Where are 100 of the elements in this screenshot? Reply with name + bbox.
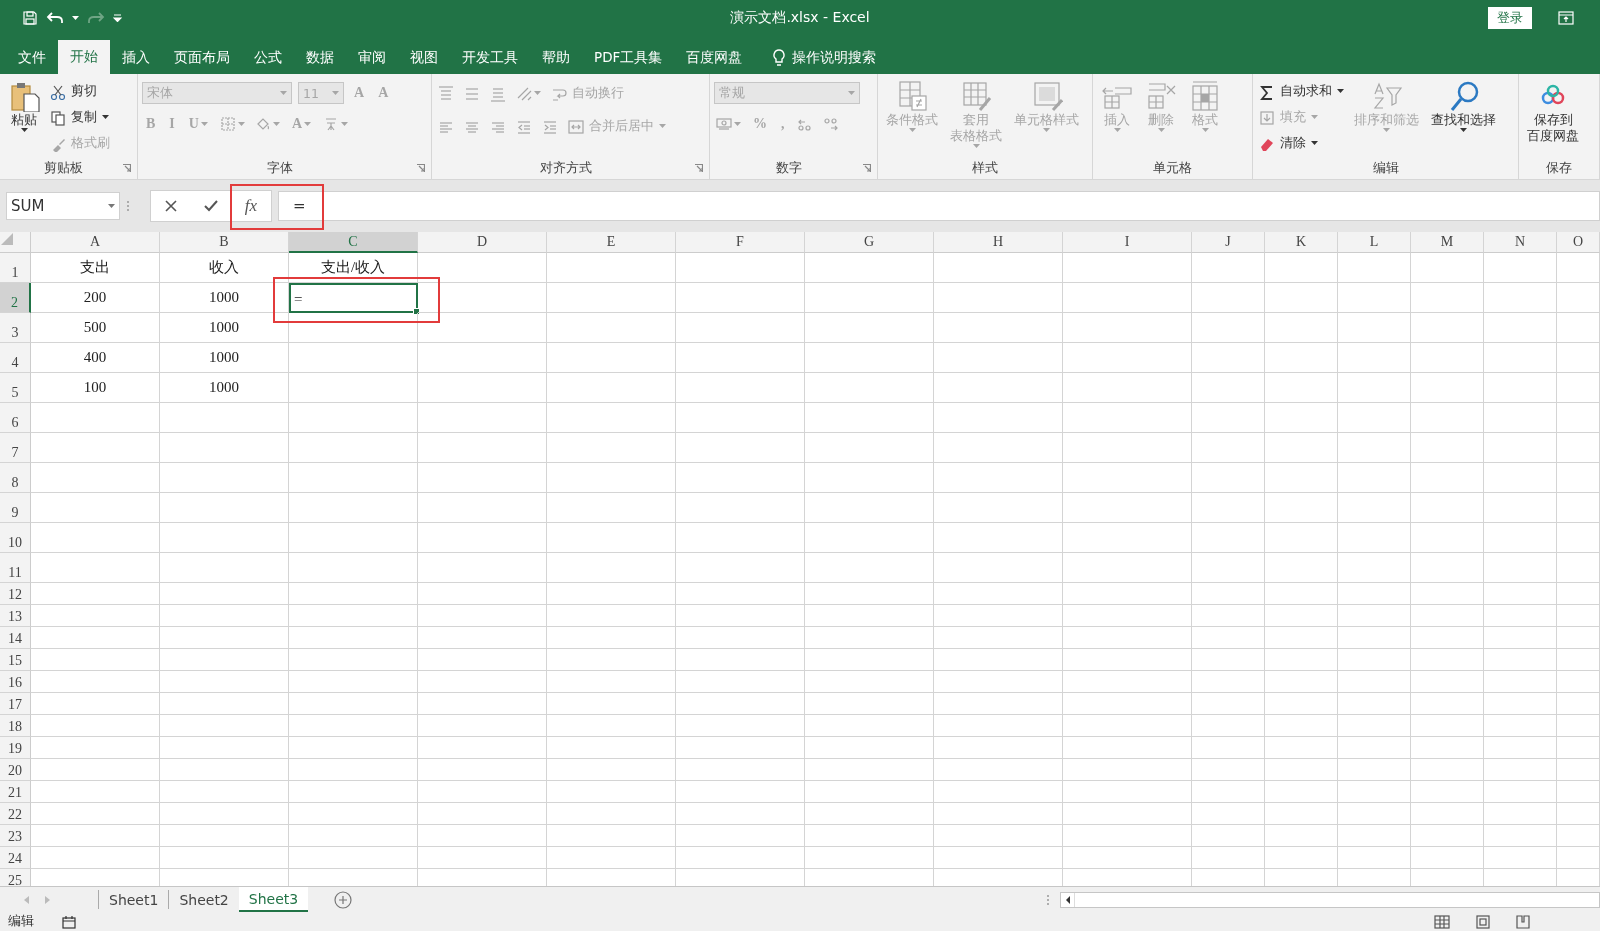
table-cell[interactable] — [1192, 313, 1265, 343]
table-cell[interactable] — [1411, 671, 1484, 693]
table-cell[interactable] — [160, 583, 289, 605]
table-cell[interactable] — [1265, 759, 1338, 781]
table-cell[interactable] — [31, 847, 160, 869]
table-cell[interactable] — [1265, 433, 1338, 463]
table-cell[interactable] — [1192, 403, 1265, 433]
table-cell[interactable] — [934, 715, 1063, 737]
table-cell[interactable] — [805, 523, 934, 553]
menu-tab[interactable]: PDF工具集 — [582, 42, 675, 74]
table-cell[interactable] — [418, 693, 547, 715]
table-cell[interactable] — [547, 523, 676, 553]
table-cell[interactable] — [1557, 693, 1600, 715]
table-cell[interactable] — [31, 671, 160, 693]
row-header[interactable]: 13 — [0, 605, 31, 627]
table-cell[interactable] — [289, 523, 418, 553]
table-cell[interactable] — [1265, 463, 1338, 493]
table-cell[interactable] — [418, 313, 547, 343]
row-header[interactable]: 4 — [0, 343, 31, 373]
table-cell[interactable] — [547, 403, 676, 433]
table-cell[interactable] — [1557, 523, 1600, 553]
table-cell[interactable] — [676, 847, 805, 869]
table-cell[interactable] — [1192, 693, 1265, 715]
table-cell[interactable] — [547, 283, 676, 313]
table-cell[interactable] — [676, 693, 805, 715]
table-cell[interactable] — [1265, 313, 1338, 343]
table-cell[interactable] — [160, 493, 289, 523]
table-cell[interactable] — [1411, 759, 1484, 781]
table-cell[interactable] — [934, 493, 1063, 523]
sheet-tab[interactable]: Sheet3 — [238, 887, 309, 912]
table-cell[interactable] — [934, 737, 1063, 759]
table-cell[interactable] — [418, 781, 547, 803]
table-cell[interactable] — [676, 715, 805, 737]
table-cell[interactable] — [1063, 693, 1192, 715]
table-cell[interactable] — [1484, 781, 1557, 803]
column-header[interactable]: L — [1338, 232, 1411, 253]
table-cell[interactable] — [1265, 253, 1338, 283]
table-cell[interactable] — [547, 671, 676, 693]
table-cell[interactable] — [418, 403, 547, 433]
table-cell[interactable] — [160, 759, 289, 781]
table-cell[interactable]: 1000 — [160, 373, 289, 403]
table-cell[interactable] — [31, 605, 160, 627]
menu-tab[interactable]: 视图 — [398, 42, 450, 74]
table-cell[interactable] — [31, 403, 160, 433]
row-header[interactable]: 18 — [0, 715, 31, 737]
table-cell[interactable] — [547, 313, 676, 343]
table-cell[interactable] — [1192, 373, 1265, 403]
table-cell[interactable] — [547, 715, 676, 737]
table-cell[interactable] — [418, 373, 547, 403]
table-cell[interactable] — [31, 715, 160, 737]
column-header[interactable]: F — [676, 232, 805, 253]
table-cell[interactable] — [1338, 825, 1411, 847]
table-cell[interactable] — [1484, 847, 1557, 869]
table-cell[interactable] — [289, 715, 418, 737]
row-header[interactable]: 20 — [0, 759, 31, 781]
table-cell[interactable] — [1063, 847, 1192, 869]
table-cell[interactable] — [1192, 253, 1265, 283]
table-cell[interactable] — [1411, 803, 1484, 825]
table-cell[interactable] — [1063, 759, 1192, 781]
ribbon-button[interactable]: 剪切 — [48, 80, 112, 103]
table-cell[interactable] — [289, 605, 418, 627]
table-cell[interactable] — [805, 671, 934, 693]
column-header[interactable]: K — [1265, 232, 1338, 253]
table-cell[interactable] — [289, 693, 418, 715]
table-cell[interactable] — [418, 649, 547, 671]
table-cell[interactable] — [547, 373, 676, 403]
table-cell[interactable]: 1000 — [160, 343, 289, 373]
row-header[interactable]: 11 — [0, 553, 31, 583]
sheet-tab[interactable]: Sheet1 — [98, 890, 169, 909]
table-cell[interactable] — [1192, 283, 1265, 313]
table-cell[interactable] — [1411, 433, 1484, 463]
ribbon-button[interactable]: 复制 — [48, 106, 112, 129]
table-cell[interactable] — [1063, 373, 1192, 403]
table-cell[interactable] — [418, 553, 547, 583]
table-cell[interactable] — [1063, 605, 1192, 627]
table-cell[interactable] — [31, 523, 160, 553]
formula-input[interactable]: = — [278, 191, 1600, 221]
table-cell[interactable] — [289, 759, 418, 781]
table-cell[interactable] — [805, 283, 934, 313]
table-cell[interactable] — [934, 463, 1063, 493]
menu-tab[interactable]: 开发工具 — [450, 42, 530, 74]
table-cell[interactable] — [289, 825, 418, 847]
table-cell[interactable] — [31, 825, 160, 847]
table-cell[interactable] — [1265, 627, 1338, 649]
table-cell[interactable] — [1063, 715, 1192, 737]
table-cell[interactable] — [31, 803, 160, 825]
table-cell[interactable] — [1484, 253, 1557, 283]
table-cell[interactable] — [934, 649, 1063, 671]
table-cell[interactable] — [1265, 781, 1338, 803]
table-cell[interactable] — [418, 759, 547, 781]
table-cell[interactable] — [418, 825, 547, 847]
table-cell[interactable] — [1338, 627, 1411, 649]
column-header[interactable]: H — [934, 232, 1063, 253]
table-cell[interactable] — [1484, 343, 1557, 373]
table-cell[interactable] — [1484, 803, 1557, 825]
table-cell[interactable] — [418, 671, 547, 693]
table-cell[interactable] — [934, 253, 1063, 283]
table-cell[interactable] — [1411, 523, 1484, 553]
table-cell[interactable] — [289, 847, 418, 869]
table-cell[interactable] — [1192, 715, 1265, 737]
